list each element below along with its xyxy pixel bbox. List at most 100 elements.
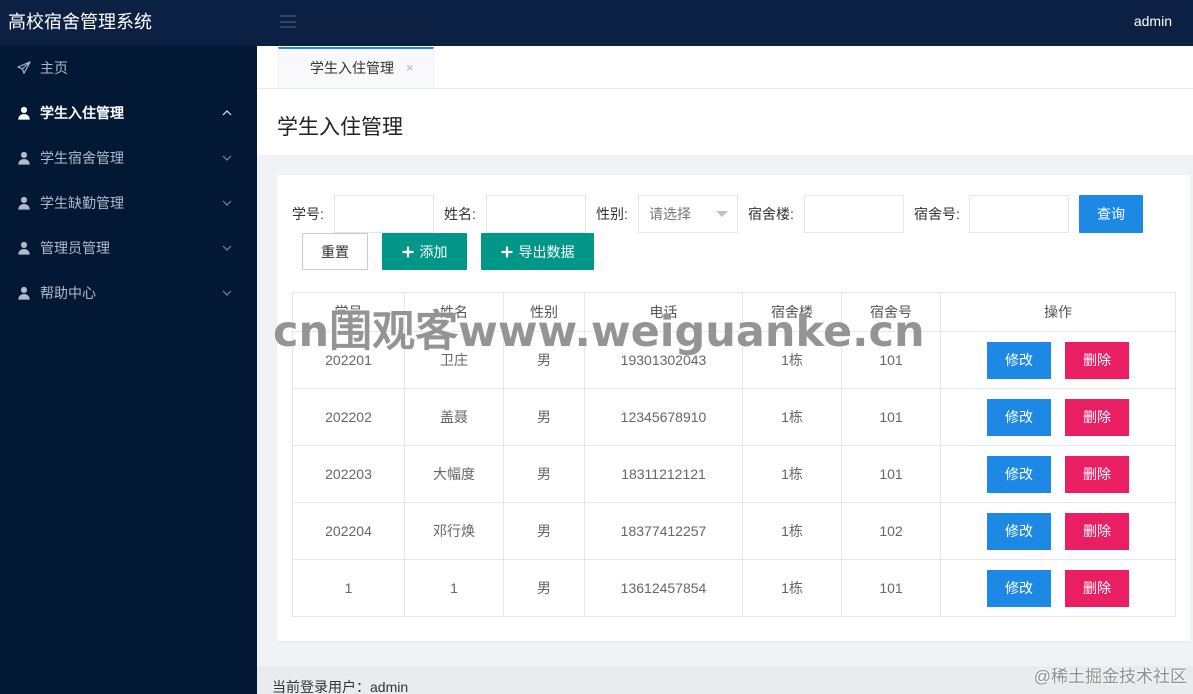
table-row: 1 1 男 13612457854 1栋 101 修改 删除: [292, 559, 1176, 617]
column-header: 学号: [292, 292, 405, 332]
paper-plane-icon: [17, 61, 31, 75]
cell-phone: 13612457854: [584, 559, 743, 617]
cell-name: 盖聂: [404, 388, 504, 446]
chevron-down-icon[interactable]: [221, 287, 233, 299]
user-icon: [17, 241, 31, 255]
sidebar-item-label: 学生入住管理: [40, 105, 124, 121]
column-header: 电话: [584, 292, 743, 332]
hamburger-icon[interactable]: [280, 15, 296, 28]
table-row: 202202 盖聂 男 12345678910 1栋 101 修改 删除: [292, 388, 1176, 446]
edit-button[interactable]: 修改: [987, 398, 1051, 436]
tab-student-checkin[interactable]: 学生入住管理 ×: [278, 47, 434, 88]
current-user-menu[interactable]: admin: [1134, 0, 1172, 43]
cell-name: 邓行焕: [404, 502, 504, 560]
building-input[interactable]: [804, 195, 904, 233]
name-label: 姓名:: [444, 206, 476, 222]
chevron-down-icon[interactable]: [221, 242, 233, 254]
sidebar: 主页 学生入住管理 学生宿舍管理 学生缺勤管理 管理员管理 帮助中心: [0, 46, 257, 694]
gender-label: 性别:: [596, 206, 628, 222]
reset-button[interactable]: 重置: [302, 233, 368, 270]
table-row: 202201 卫庄 男 19301302043 1栋 101 修改 删除: [292, 331, 1176, 389]
query-button[interactable]: 查询: [1079, 195, 1143, 233]
student-id-input[interactable]: [334, 195, 434, 233]
column-header: 宿舍楼: [742, 292, 842, 332]
export-button[interactable]: 导出数据: [481, 233, 594, 270]
checkin-table: 学号 姓名 性别 电话 宿舍楼 宿舍号 操作 202201 卫庄 男 19301…: [292, 292, 1176, 617]
cell-room: 102: [841, 502, 941, 560]
delete-button[interactable]: 删除: [1065, 398, 1129, 436]
room-input[interactable]: [969, 195, 1069, 233]
cell-phone: 19301302043: [584, 331, 743, 389]
cell-phone: 12345678910: [584, 388, 743, 446]
tab-bar: 学生入住管理 ×: [257, 46, 1193, 89]
column-header: 宿舍号: [841, 292, 941, 332]
caret-down-icon: [716, 211, 728, 218]
delete-button[interactable]: 删除: [1065, 512, 1129, 550]
row-actions: 修改 删除: [942, 569, 1175, 607]
cell-room: 101: [841, 559, 941, 617]
cell-room: 101: [841, 388, 941, 446]
cell-room: 101: [841, 331, 941, 389]
sidebar-item-checkin[interactable]: 学生入住管理: [0, 91, 257, 136]
cell-name: 1: [404, 559, 504, 617]
top-bar: 高校宿舍管理系统 admin: [0, 0, 1193, 46]
cell-building: 1栋: [742, 559, 842, 617]
row-actions: 修改 删除: [942, 341, 1175, 379]
column-header: 性别: [503, 292, 585, 332]
user-icon: [17, 196, 31, 210]
cell-phone: 18377412257: [584, 502, 743, 560]
table-row: 202204 邓行焕 男 18377412257 1栋 102 修改 删除: [292, 502, 1176, 560]
footer-current-user: 当前登录用户：admin: [272, 679, 409, 694]
delete-button[interactable]: 删除: [1065, 341, 1129, 379]
table-row: 202203 大幅度 男 18311212121 1栋 101 修改 删除: [292, 445, 1176, 503]
add-button[interactable]: 添加: [382, 233, 467, 270]
cell-phone: 18311212121: [584, 445, 743, 503]
chevron-down-icon[interactable]: [221, 197, 233, 209]
sidebar-item-help[interactable]: 帮助中心: [0, 271, 257, 316]
sidebar-item-home[interactable]: 主页: [0, 46, 257, 91]
add-button-label: 添加: [419, 243, 448, 260]
sidebar-item-admins[interactable]: 管理员管理: [0, 226, 257, 271]
edit-button[interactable]: 修改: [987, 569, 1051, 607]
cell-gender: 男: [503, 331, 585, 389]
delete-button[interactable]: 删除: [1065, 455, 1129, 493]
tab-label: 学生入住管理: [310, 60, 394, 76]
plus-icon: [402, 246, 414, 258]
room-label: 宿舍号:: [914, 206, 960, 222]
sidebar-item-label: 主页: [40, 60, 68, 76]
sidebar-item-label: 学生缺勤管理: [40, 195, 124, 211]
plus-icon: [501, 246, 513, 258]
name-input[interactable]: [486, 195, 586, 233]
cell-gender: 男: [503, 559, 585, 617]
export-button-label: 导出数据: [518, 243, 575, 260]
page-title: 学生入住管理: [277, 116, 403, 139]
edit-button[interactable]: 修改: [987, 455, 1051, 493]
sidebar-item-dorm[interactable]: 学生宿舍管理: [0, 136, 257, 181]
content-card: 学号: 姓名: 性别: 请选择 宿舍楼: 宿舍号: 查询 重置 添加 导出数据: [277, 175, 1190, 641]
user-icon: [17, 286, 31, 300]
edit-button[interactable]: 修改: [987, 341, 1051, 379]
cell-gender: 男: [503, 445, 585, 503]
reset-button-label: 重置: [321, 243, 349, 260]
sidebar-item-label: 学生宿舍管理: [40, 150, 124, 166]
sidebar-item-label: 管理员管理: [40, 240, 110, 256]
column-header: 姓名: [404, 292, 504, 332]
cell-gender: 男: [503, 502, 585, 560]
cell-building: 1栋: [742, 502, 842, 560]
cell-actions: 修改 删除: [940, 388, 1176, 446]
chevron-down-icon[interactable]: [221, 152, 233, 164]
sidebar-item-label: 帮助中心: [40, 285, 96, 301]
gender-select[interactable]: 请选择: [638, 195, 738, 233]
cell-actions: 修改 删除: [940, 559, 1176, 617]
cell-student-id: 1: [292, 559, 405, 617]
table-header-row: 学号 姓名 性别 电话 宿舍楼 宿舍号 操作: [292, 292, 1176, 332]
query-button-label: 查询: [1097, 206, 1125, 222]
close-icon[interactable]: ×: [406, 49, 414, 87]
cell-student-id: 202202: [292, 388, 405, 446]
edit-button[interactable]: 修改: [987, 512, 1051, 550]
delete-button[interactable]: 删除: [1065, 569, 1129, 607]
row-actions: 修改 删除: [942, 512, 1175, 550]
chevron-up-icon[interactable]: [221, 107, 233, 119]
sidebar-item-absence[interactable]: 学生缺勤管理: [0, 181, 257, 226]
cell-building: 1栋: [742, 445, 842, 503]
